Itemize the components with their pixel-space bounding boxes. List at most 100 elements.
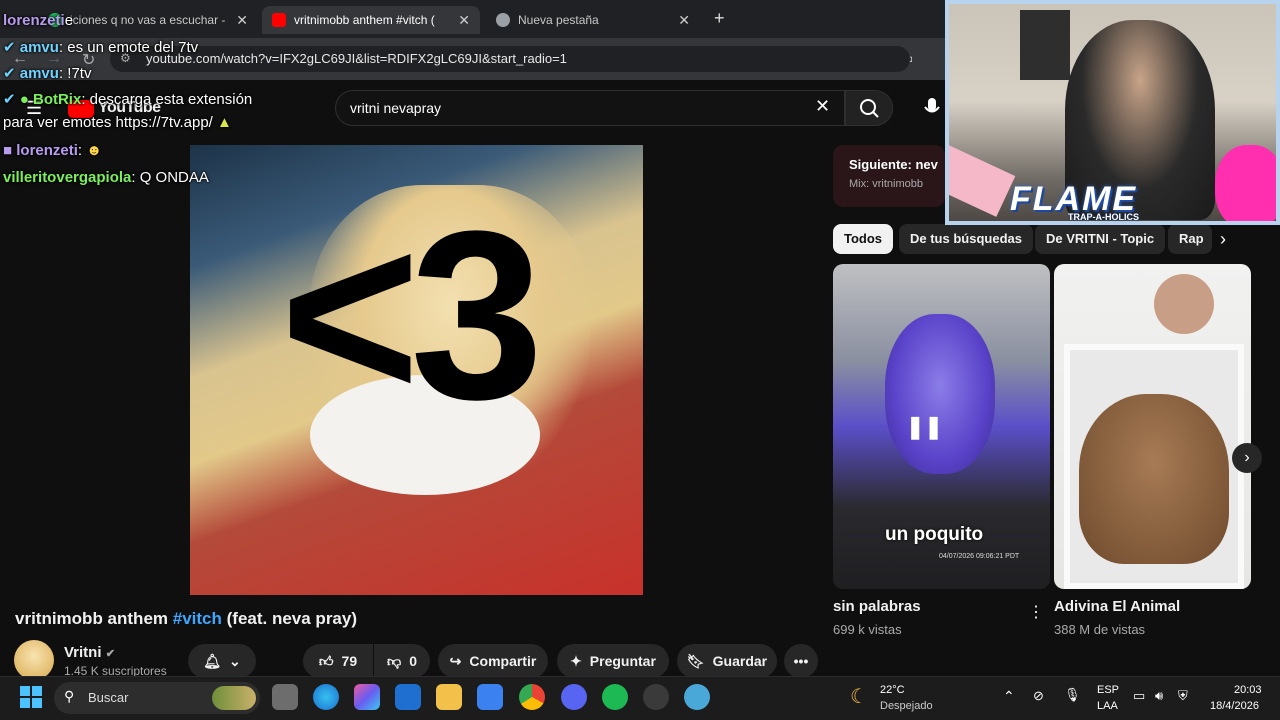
more-options-icon[interactable]: ⋮	[1028, 602, 1044, 622]
chat-text: : descarga esta extensión	[81, 91, 253, 108]
chat-message: ✔ amvu: es un emote del 7tv	[3, 38, 198, 56]
battery-icon[interactable]: ⛨	[1178, 688, 1188, 704]
save-button[interactable]: 🔖︎ Guardar	[677, 644, 777, 678]
discord-icon[interactable]	[561, 684, 587, 710]
short-thumbnail-face	[885, 314, 995, 474]
video-hashtag[interactable]: #vitch	[173, 609, 222, 628]
chat-user: amvu	[19, 39, 59, 56]
verified-icon: ✔	[3, 91, 16, 108]
short-title[interactable]: sin palabras	[833, 598, 921, 615]
search-button[interactable]	[845, 90, 893, 126]
chevron-up-icon[interactable]: ⌃	[1003, 688, 1015, 705]
short-video-2[interactable]	[1054, 264, 1251, 589]
tab-new[interactable]: Nueva pestaña ✕	[486, 6, 700, 34]
close-icon[interactable]: ✕	[678, 12, 690, 29]
verified-icon: ✔	[3, 39, 16, 56]
up-next-card[interactable]: Siguiente: nev Mix: vritnimobb	[833, 145, 945, 207]
search-input[interactable]: vritni nevapray	[335, 90, 845, 126]
chat-message: ■ lorenzeti: ☻	[3, 142, 102, 159]
address-bar[interactable]: youtube.com/watch?v=IFX2gLC69JI&list=RDI…	[110, 46, 910, 72]
close-icon[interactable]: ✕	[236, 12, 248, 29]
language-indicator[interactable]: ESP	[1097, 684, 1119, 696]
new-tab-button[interactable]: +	[714, 8, 725, 29]
weather-text: Despejado	[880, 700, 933, 712]
short-video-1[interactable]: ❚❚ un poquito 04/07/2026 09:06:21 PDT	[833, 264, 1050, 589]
like-button[interactable]: 👍︎ 79	[303, 644, 373, 678]
chip-vritni-topic[interactable]: De VRITNI - Topic	[1035, 224, 1166, 254]
short-views: 699 k vistas	[833, 622, 902, 637]
up-next-label: Siguiente: nev	[849, 157, 938, 172]
browser-tab-strip: iciones q no vas a escuchar - ✕ vritnimo…	[0, 0, 945, 38]
microphone-icon[interactable]	[922, 96, 942, 120]
copilot-icon[interactable]	[354, 684, 380, 710]
keyboard-layout[interactable]: LAA	[1097, 700, 1118, 712]
dislike-count: 0	[409, 653, 417, 669]
channel-name[interactable]: Vritni ✔	[64, 644, 115, 661]
chat-message: lorenzetie	[3, 12, 73, 29]
thumbs-down-icon: 👎︎	[386, 652, 402, 669]
app-icon[interactable]	[684, 684, 710, 710]
chrome-icon	[496, 13, 510, 27]
clock-time[interactable]: 20:03	[1234, 684, 1262, 696]
save-label: Guardar	[712, 653, 768, 669]
chrome-icon[interactable]	[519, 684, 545, 710]
clear-search-icon[interactable]: ✕	[815, 96, 830, 117]
chevron-down-icon: ⌄	[229, 652, 241, 669]
short-title[interactable]: Adivina El Animal	[1054, 598, 1180, 615]
chip-all[interactable]: Todos	[833, 224, 894, 254]
tab-current[interactable]: vritnimobb anthem #vitch ( ✕	[262, 6, 480, 34]
ask-button[interactable]: ✦ Preguntar	[557, 644, 669, 678]
chat-text: : es un emote del 7tv	[58, 39, 199, 56]
chat-text: e	[64, 12, 74, 29]
bot-badge-icon: ●	[19, 91, 29, 108]
video-overlay-text: <3	[280, 181, 544, 449]
chip-from-searches[interactable]: De tus búsquedas	[899, 224, 1033, 254]
clock-date[interactable]: 18/4/2026	[1210, 700, 1259, 712]
weather-temp[interactable]: 22°C	[880, 684, 905, 696]
microphone-icon[interactable]: 🎙︎	[1064, 687, 1081, 703]
chat-user: BotRix	[32, 91, 82, 108]
emote-icon: ☻	[86, 142, 103, 159]
obs-icon[interactable]	[643, 684, 669, 710]
shorts-next-button[interactable]: ›	[1232, 443, 1262, 473]
tab-label: Nueva pestaña	[518, 13, 599, 27]
chat-user: amvu	[19, 65, 59, 82]
chip-rap[interactable]: Rap	[1168, 224, 1212, 254]
pause-icon[interactable]: ❚❚	[906, 414, 943, 440]
short-thumbnail-person	[1154, 274, 1214, 334]
bookmark-icon: 🔖︎	[686, 652, 705, 669]
search-icon: ⚲	[64, 688, 75, 704]
volume-icon[interactable]: 🔊︎	[1155, 688, 1163, 704]
close-icon[interactable]: ✕	[458, 12, 470, 29]
notifications-button[interactable]: 🔔︎ ⌄	[188, 644, 256, 678]
ask-label: Preguntar	[589, 653, 656, 669]
video-title: vritnimobb anthem #vitch (feat. neva pra…	[15, 609, 357, 629]
search-highlight-icon[interactable]	[212, 686, 256, 710]
spotify-icon[interactable]	[602, 684, 628, 710]
chat-user: villeritovergapiola	[3, 169, 132, 186]
chevron-right-icon[interactable]: ›	[1220, 229, 1226, 250]
more-actions-button[interactable]: •••	[784, 644, 818, 678]
display-icon[interactable]: ▭	[1133, 688, 1145, 704]
store-icon[interactable]	[477, 684, 503, 710]
moon-icon: ☾	[850, 686, 868, 708]
verified-icon: ✔	[105, 648, 115, 660]
outlook-icon[interactable]	[395, 684, 421, 710]
youtube-icon	[272, 13, 286, 27]
channel-avatar[interactable]	[14, 640, 54, 680]
network-off-icon[interactable]: ⊘	[1033, 688, 1044, 704]
channel-name-text: Vritni	[64, 644, 102, 661]
task-view-icon[interactable]	[272, 684, 298, 710]
thumbs-up-icon: 👍︎	[318, 652, 334, 669]
subscriber-badge-icon: ■	[3, 142, 13, 159]
webcam-overlay-subtitle: TRAP-A-HOLICS	[1068, 212, 1139, 222]
start-button[interactable]	[20, 686, 42, 708]
edge-icon[interactable]	[313, 684, 339, 710]
video-title-feat: (feat. neva pray)	[226, 609, 358, 628]
tab-label: vritnimobb anthem #vitch (	[294, 13, 435, 27]
short-views: 388 M de vistas	[1054, 622, 1146, 637]
dislike-button[interactable]: 👎︎ 0	[374, 644, 430, 678]
share-button[interactable]: ↪ Compartir	[438, 644, 548, 678]
chat-text: : !7tv	[58, 65, 92, 82]
file-explorer-icon[interactable]	[436, 684, 462, 710]
